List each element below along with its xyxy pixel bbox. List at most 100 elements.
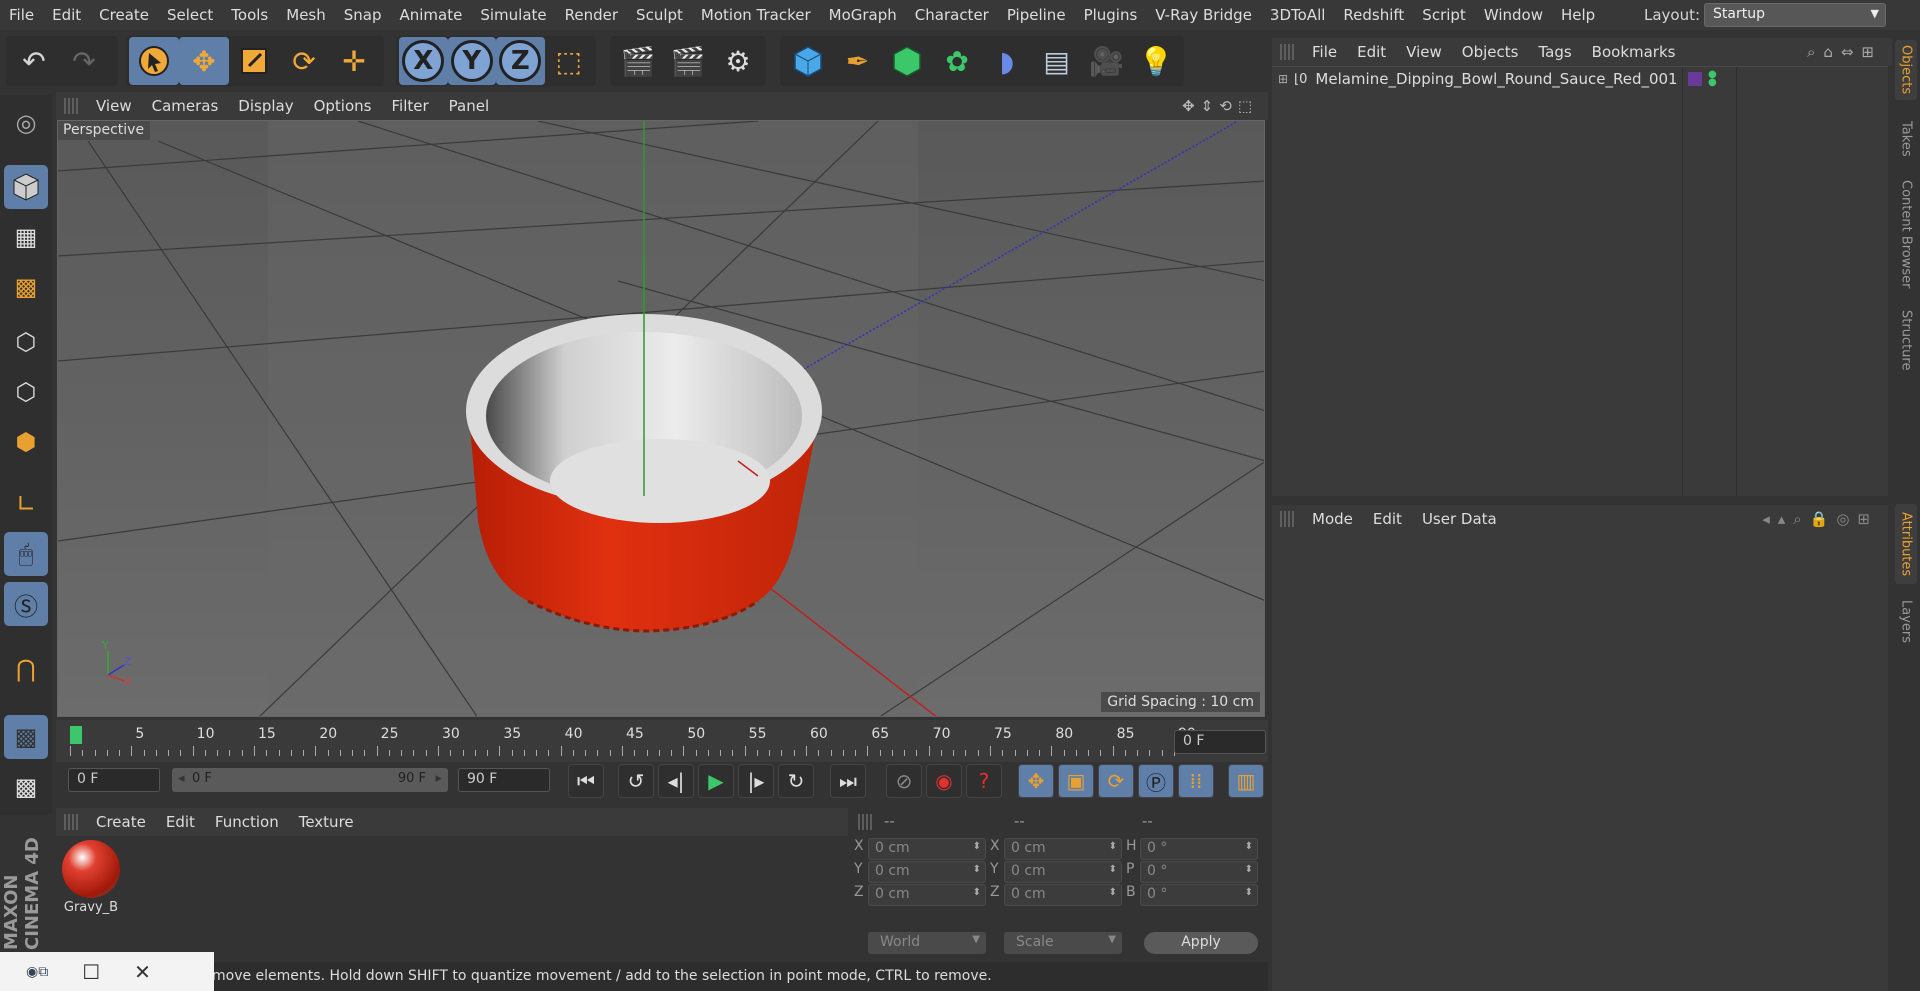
move-tool-icon[interactable]: ✥: [179, 37, 229, 85]
start-frame-field[interactable]: 0 F: [68, 768, 160, 792]
select-tool-icon[interactable]: [129, 37, 179, 85]
visibility-dots-icon[interactable]: ● ●: [1708, 70, 1717, 88]
x-axis-lock-icon[interactable]: X: [399, 37, 448, 85]
previous-frame-icon[interactable]: ◂|: [658, 764, 694, 798]
tab-content-browser[interactable]: Content Browser: [1895, 174, 1917, 294]
keyframe-selection-icon[interactable]: ?: [966, 764, 1002, 798]
points-mode-icon[interactable]: ⬡: [4, 320, 48, 364]
menu-window[interactable]: Window: [1475, 6, 1552, 24]
coord-size-field[interactable]: 0 cm: [1004, 838, 1122, 860]
object-menu-tags[interactable]: Tags: [1528, 43, 1581, 61]
polygons-mode-icon[interactable]: ⬢: [4, 420, 48, 464]
object-menu-view[interactable]: View: [1396, 43, 1452, 61]
material-menu-texture[interactable]: Texture: [289, 813, 364, 831]
menu-character[interactable]: Character: [906, 6, 998, 24]
key-parameter-icon[interactable]: Ⓟ: [1138, 764, 1174, 798]
close-icon[interactable]: ✕: [134, 960, 151, 984]
cube-icon[interactable]: [783, 37, 833, 85]
key-pla-icon[interactable]: ⁞⁞: [1178, 764, 1214, 798]
menu-mesh[interactable]: Mesh: [277, 6, 335, 24]
floor-icon[interactable]: ▤: [1032, 37, 1082, 85]
key-scale-icon[interactable]: ▣: [1058, 764, 1094, 798]
viewport-perspective[interactable]: Perspective Grid Spacing : 10 cm Y Z X: [57, 120, 1265, 717]
layer-color-tag[interactable]: [1688, 72, 1702, 86]
viewport-menu-panel[interactable]: Panel: [439, 97, 499, 115]
object-manager-nav-icons[interactable]: ⌕⌂⇔⊞: [1807, 43, 1882, 61]
tab-attributes[interactable]: Attributes: [1895, 504, 1917, 584]
menu-help[interactable]: Help: [1552, 6, 1604, 24]
y-axis-lock-icon[interactable]: Y: [447, 37, 496, 85]
attributes-menu-user-data[interactable]: User Data: [1412, 510, 1507, 528]
coord-position-field[interactable]: 0 cm: [868, 838, 986, 860]
menu-sculpt[interactable]: Sculpt: [627, 6, 692, 24]
z-axis-lock-icon[interactable]: Z: [496, 37, 545, 85]
snap-icon[interactable]: ⋂: [4, 647, 48, 691]
play-icon[interactable]: ▶: [698, 764, 734, 798]
deformer-icon[interactable]: ◗: [982, 37, 1032, 85]
viewport-menu-filter[interactable]: Filter: [381, 97, 438, 115]
menu-snap[interactable]: Snap: [335, 6, 391, 24]
tweak-mode-icon[interactable]: 🖱: [4, 532, 48, 576]
solo-mode-icon[interactable]: Ⓢ: [4, 582, 48, 626]
coord-mode-world-dropdown[interactable]: World ▼: [868, 932, 986, 954]
playhead-marker[interactable]: [70, 726, 82, 744]
attributes-nav-icons[interactable]: ◂▴⌕🔒◎⊞: [1762, 510, 1878, 528]
attributes-menu-edit[interactable]: Edit: [1363, 510, 1412, 528]
workplane-mode-icon[interactable]: ▩: [4, 265, 48, 309]
menu-render[interactable]: Render: [556, 6, 627, 24]
viewport-menu-display[interactable]: Display: [228, 97, 303, 115]
previous-key-icon[interactable]: ↺: [618, 764, 654, 798]
viewport-menu-options[interactable]: Options: [304, 97, 382, 115]
redo-icon[interactable]: ↷: [59, 37, 109, 85]
object-menu-bookmarks[interactable]: Bookmarks: [1582, 43, 1686, 61]
tab-structure[interactable]: Structure: [1895, 302, 1917, 378]
record-key-icon[interactable]: ⊘: [886, 764, 922, 798]
pen-spline-icon[interactable]: ✒: [833, 37, 883, 85]
coord-position-field[interactable]: 0 cm: [868, 884, 986, 906]
axis-mode-icon[interactable]: ∟: [4, 482, 48, 526]
timeline-ruler[interactable]: 051015202530354045505560657075808590 0 F: [56, 720, 1268, 762]
light-icon[interactable]: 💡: [1131, 37, 1181, 85]
camera-icon[interactable]: 🎥: [1082, 37, 1132, 85]
timeline-window-icon[interactable]: ▥: [1228, 764, 1264, 798]
coord-rotation-field[interactable]: 0 °: [1140, 861, 1258, 883]
coord-size-field[interactable]: 0 cm: [1004, 861, 1122, 883]
end-frame-field[interactable]: 90 F: [458, 768, 550, 792]
object-name[interactable]: Melamine_Dipping_Bowl_Round_Sauce_Red_00…: [1315, 70, 1677, 88]
go-to-end-icon[interactable]: ⏭: [830, 764, 866, 798]
menu-tools[interactable]: Tools: [222, 6, 277, 24]
auto-keying-icon[interactable]: ◉: [926, 764, 962, 798]
workplane-lock-icon[interactable]: ▩: [4, 715, 48, 759]
menu-v-ray-bridge[interactable]: V-Ray Bridge: [1146, 6, 1261, 24]
edges-mode-icon[interactable]: ⬡: [4, 370, 48, 414]
workplane-icon[interactable]: ▩: [4, 765, 48, 809]
rotate-tool-icon[interactable]: ⟳: [279, 37, 329, 85]
render-picture-viewer-icon[interactable]: 🎬: [663, 37, 713, 85]
tab-objects[interactable]: Objects: [1895, 40, 1917, 100]
coord-rotation-field[interactable]: 0 °: [1140, 838, 1258, 860]
key-rotation-icon[interactable]: ⟳: [1098, 764, 1134, 798]
make-editable-icon[interactable]: ◎: [4, 101, 48, 145]
menu-simulate[interactable]: Simulate: [471, 6, 555, 24]
viewport-menu-view[interactable]: View: [86, 97, 142, 115]
attributes-menu-mode[interactable]: Mode: [1302, 510, 1363, 528]
coord-mode-scale-dropdown[interactable]: Scale ▼: [1004, 932, 1122, 954]
viewport-menu-cameras[interactable]: Cameras: [142, 97, 229, 115]
menu-3dtoall[interactable]: 3DToAll: [1261, 6, 1334, 24]
next-key-icon[interactable]: ↻: [778, 764, 814, 798]
apply-button[interactable]: Apply: [1144, 932, 1258, 954]
coord-rotation-field[interactable]: 0 °: [1140, 884, 1258, 906]
menu-edit[interactable]: Edit: [43, 6, 90, 24]
c4d-window-icon[interactable]: ◉⧉: [26, 964, 48, 980]
material-menu-create[interactable]: Create: [86, 813, 156, 831]
menu-pipeline[interactable]: Pipeline: [998, 6, 1075, 24]
object-menu-edit[interactable]: Edit: [1347, 43, 1396, 61]
menu-select[interactable]: Select: [158, 6, 222, 24]
current-frame-field[interactable]: 0 F: [1174, 730, 1266, 754]
menu-motion-tracker[interactable]: Motion Tracker: [692, 6, 820, 24]
layout-dropdown[interactable]: Startup: [1704, 3, 1886, 27]
material-menu-edit[interactable]: Edit: [156, 813, 205, 831]
key-position-icon[interactable]: ✥: [1018, 764, 1054, 798]
menu-create[interactable]: Create: [90, 6, 158, 24]
tab-takes[interactable]: Takes: [1895, 114, 1917, 164]
